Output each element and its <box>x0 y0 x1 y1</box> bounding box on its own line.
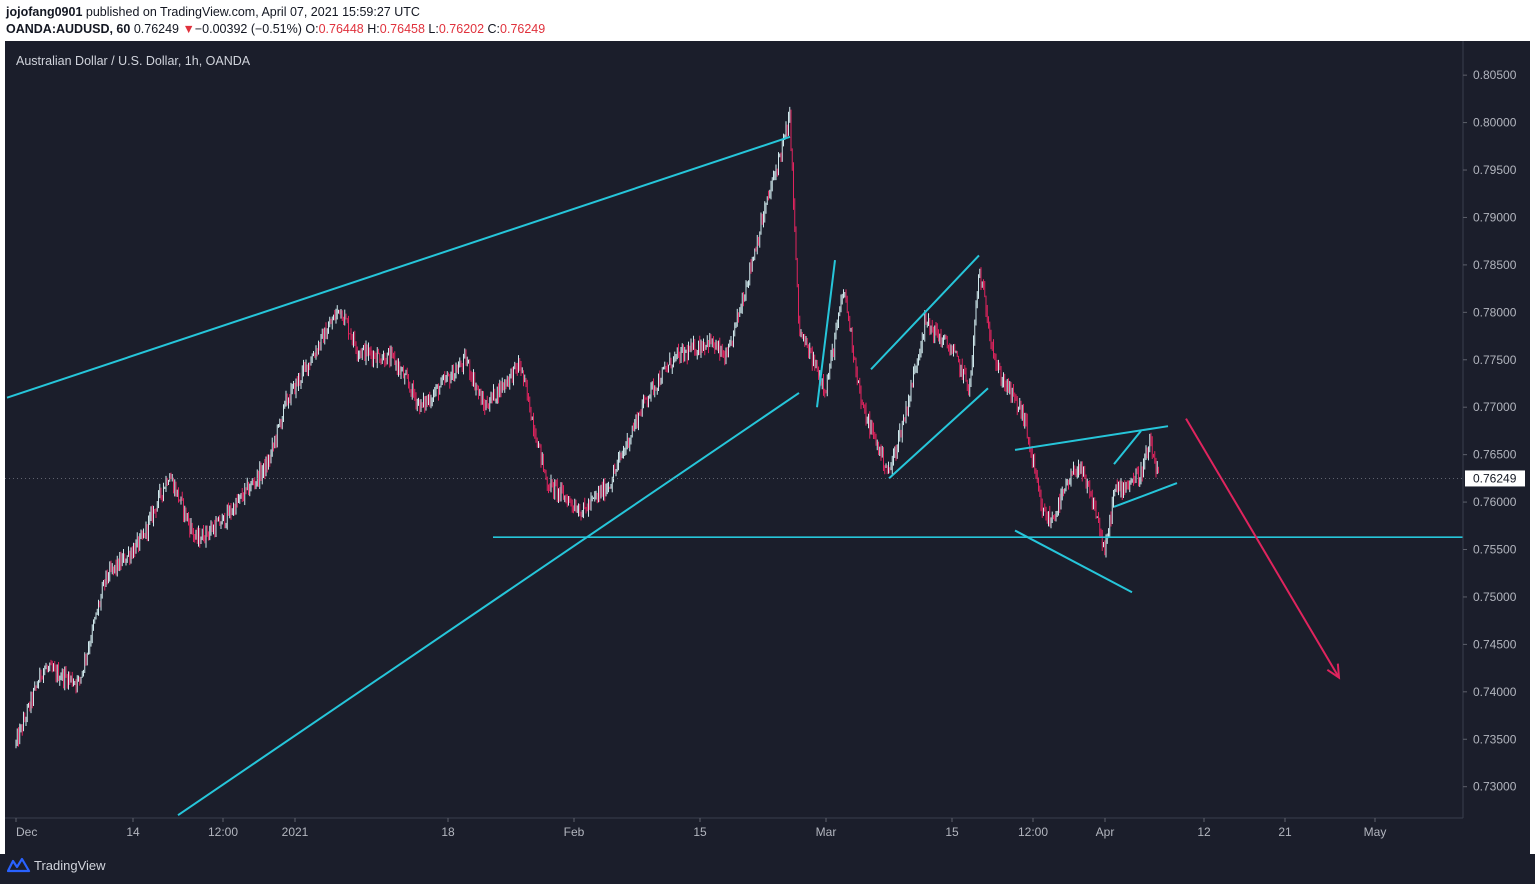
trendline[interactable] <box>888 387 989 480</box>
price-tick-label: 0.75500 <box>1473 543 1517 557</box>
time-tick-label: 12:00 <box>208 825 238 839</box>
price-tick-label: 0.77500 <box>1473 353 1517 367</box>
time-tick-label: 14 <box>126 825 140 839</box>
price-tick-label: 0.78000 <box>1473 305 1517 319</box>
time-tick-label: 12:00 <box>1018 825 1048 839</box>
author-name[interactable]: jojofang0901 <box>6 5 82 19</box>
time-tick-label: 15 <box>693 825 707 839</box>
publish-line: jojofang0901 published on TradingView.co… <box>6 5 420 19</box>
chart-title: Australian Dollar / U.S. Dollar, 1h, OAN… <box>16 54 251 68</box>
time-tick-label: May <box>1364 825 1387 839</box>
publish-header: jojofang0901 published on TradingView.co… <box>0 0 1535 40</box>
low-label: L: <box>428 22 439 36</box>
price-tick-label: 0.78500 <box>1473 258 1517 272</box>
trendline[interactable] <box>1014 529 1133 594</box>
time-tick-label: 18 <box>441 825 455 839</box>
tradingview-logo-icon[interactable] <box>7 856 31 874</box>
high-value: 0.76458 <box>379 22 425 36</box>
price-chart[interactable]: 0.80500 0.80000 0.79500 0.79000 0.78500 0.780… <box>5 41 1530 854</box>
down-arrow-icon: ▼ <box>182 22 195 36</box>
open-value: 0.76448 <box>318 22 364 36</box>
last-price: 0.76249 <box>133 22 179 36</box>
price-tick-label: 0.74000 <box>1473 685 1517 699</box>
symbol-line: OANDA:AUDUSD, 60 0.76249 ▼−0.00392 (−0.5… <box>6 22 545 36</box>
price-tick-label: 0.73500 <box>1473 732 1517 746</box>
high-label: H: <box>367 22 380 36</box>
forecast-arrow[interactable] <box>1185 418 1340 679</box>
published-text: published on TradingView.com, April 07, … <box>82 5 420 19</box>
tradingview-brand[interactable]: TradingView <box>34 858 106 873</box>
price-tick-label: 0.80500 <box>1473 68 1517 82</box>
price-tick-label: 0.76500 <box>1473 448 1517 462</box>
trendline[interactable] <box>1113 430 1142 465</box>
price-tick-label: 0.79000 <box>1473 210 1517 224</box>
time-tick-label: Feb <box>564 825 585 839</box>
trendline[interactable] <box>1014 425 1169 451</box>
current-price-label: 0.76249 <box>1473 471 1517 485</box>
chart-panel[interactable]: 0.80500 0.80000 0.79500 0.79000 0.78500 0.780… <box>5 41 1530 854</box>
close-label: C: <box>487 22 501 36</box>
price-change: −0.00392 (−0.51%) <box>194 22 302 36</box>
time-tick-label: Mar <box>816 825 837 839</box>
price-tick-label: 0.76000 <box>1473 495 1517 509</box>
time-tick-label: Apr <box>1096 825 1115 839</box>
trendline[interactable] <box>816 260 836 408</box>
price-tick-label: 0.75000 <box>1473 590 1517 604</box>
time-tick-label: 21 <box>1278 825 1292 839</box>
time-tick-label: Dec <box>16 825 37 839</box>
open-label: O: <box>305 22 319 36</box>
symbol-label[interactable]: OANDA:AUDUSD, 60 <box>6 22 130 36</box>
price-tick-label: 0.73000 <box>1473 780 1517 794</box>
close-value: 0.76249 <box>500 22 546 36</box>
time-tick-label: 2021 <box>282 825 309 839</box>
time-tick-label: 15 <box>945 825 959 839</box>
price-tick-label: 0.74500 <box>1473 637 1517 651</box>
trendline[interactable] <box>870 254 980 370</box>
price-tick-label: 0.79500 <box>1473 163 1517 177</box>
price-tick-label: 0.77000 <box>1473 400 1517 414</box>
forecast-arrow-head[interactable] <box>1326 663 1341 680</box>
low-value: 0.76202 <box>438 22 485 36</box>
price-tick-label: 0.80000 <box>1473 116 1517 130</box>
time-tick-label: 12 <box>1197 825 1211 839</box>
footer-bar <box>0 854 1535 884</box>
